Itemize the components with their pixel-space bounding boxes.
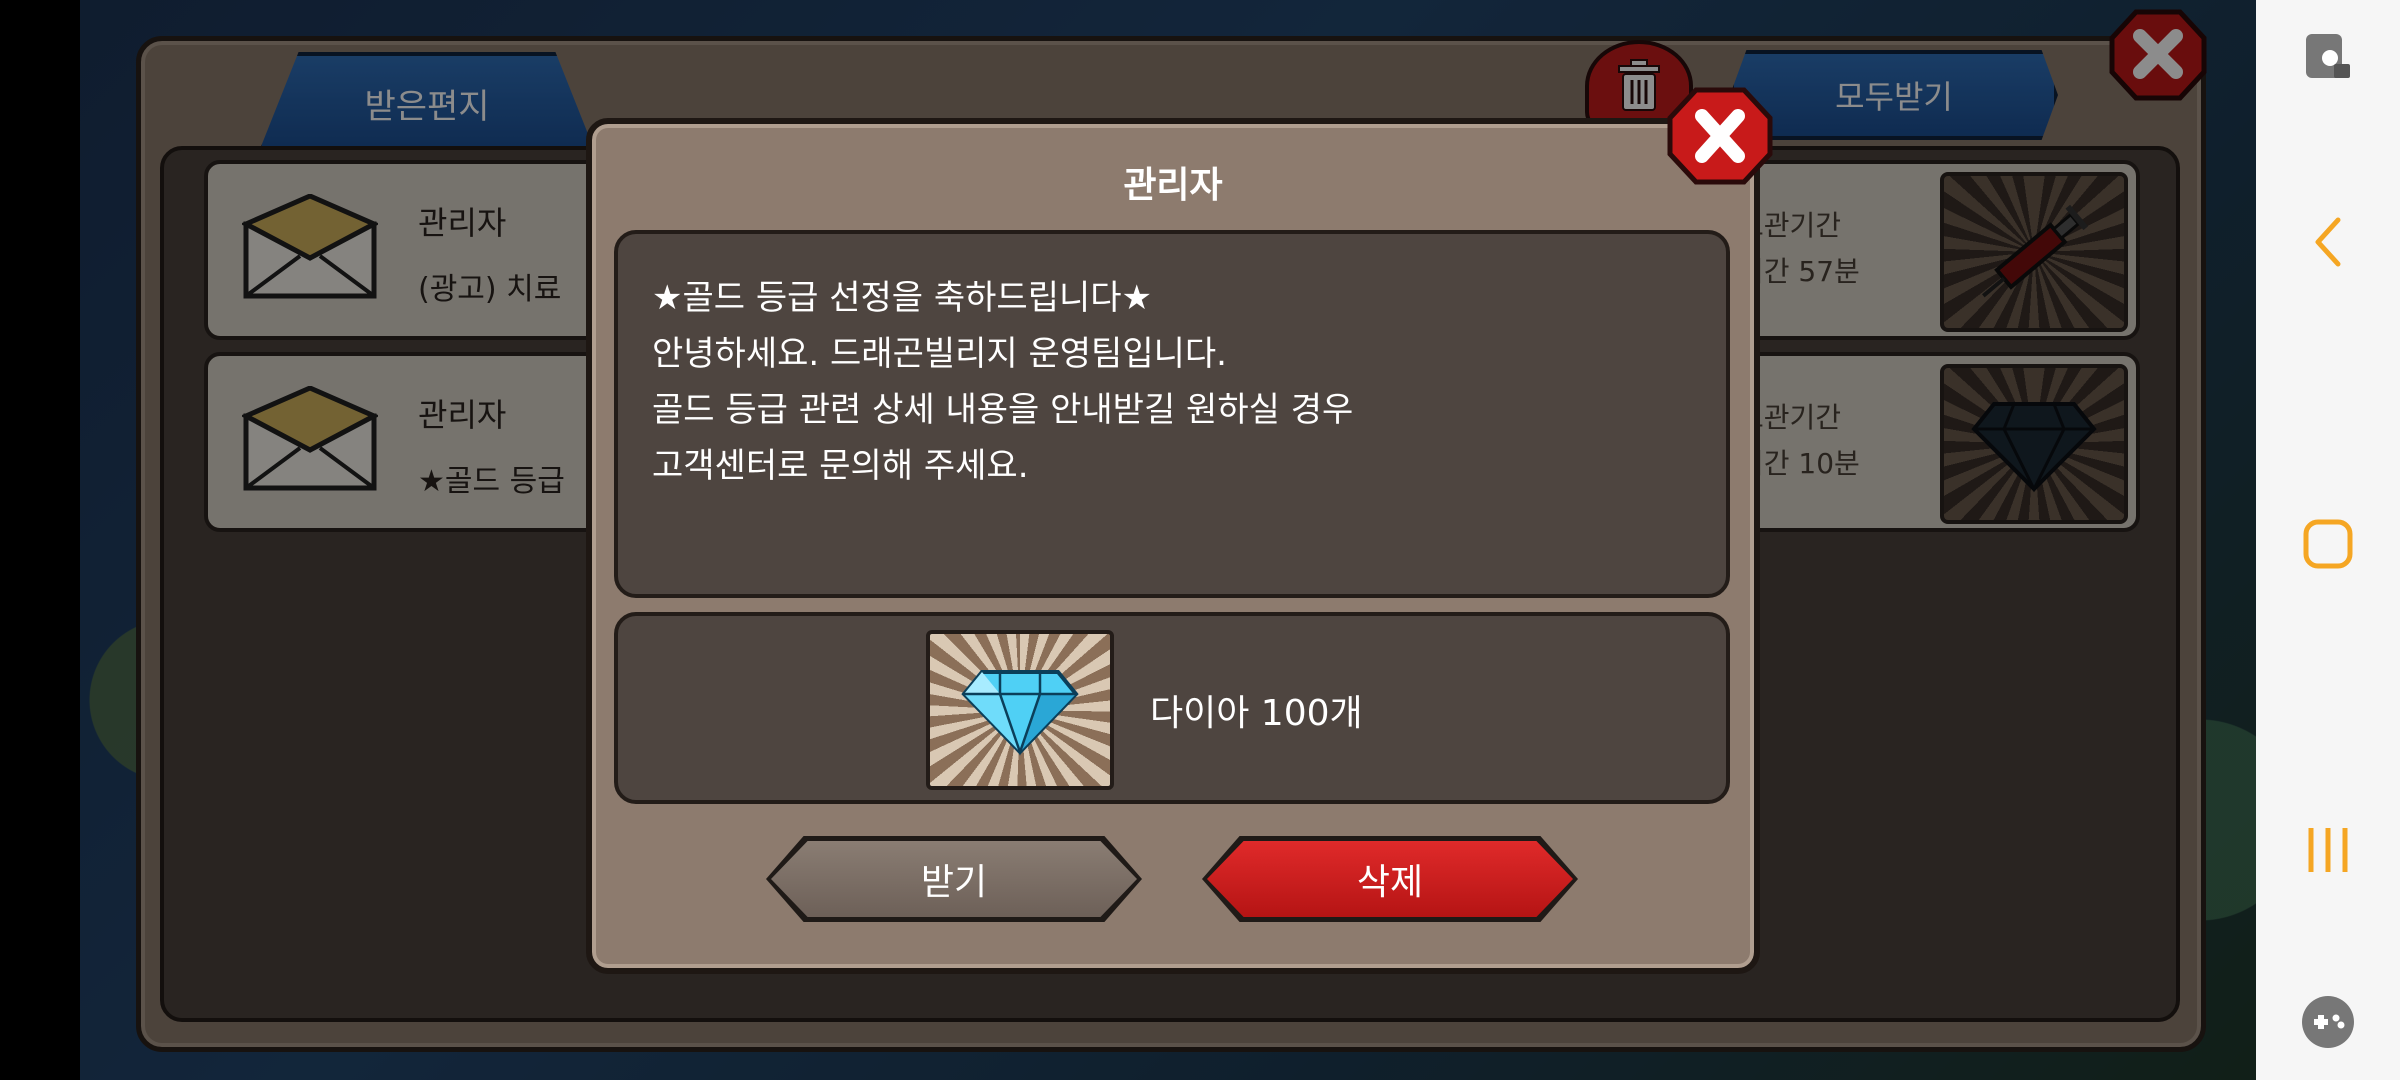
home-icon[interactable] (2298, 514, 2358, 574)
reward-box: 다이아 100개 (614, 612, 1730, 804)
game-tools-icon[interactable] (2298, 992, 2358, 1052)
dialog-title: 관리자 (1123, 165, 1223, 206)
reward-thumb (926, 630, 1114, 790)
diamond-icon (961, 670, 1079, 756)
reward-label: 다이아 100개 (1150, 693, 1363, 734)
mail-detail-dialog: 관리자 ★골드 등급 선정을 축하드립니다★ 안녕하세요. 드래곤빌리지 운영팀… (586, 118, 1760, 974)
game-tools-icon-glyph (2302, 996, 2354, 1048)
receive-button-label: 받기 (920, 862, 988, 903)
message-line: ★골드 등급 선정을 축하드립니다★ (652, 278, 1153, 318)
recents-icon-glyph (2308, 828, 2348, 872)
message-box: ★골드 등급 선정을 축하드립니다★ 안녕하세요. 드래곤빌리지 운영팀입니다.… (614, 230, 1730, 598)
close-dialog-button[interactable] (1666, 86, 1774, 186)
system-navigation-bar (2256, 0, 2400, 1080)
back-icon-glyph (2315, 217, 2341, 267)
message-line: 안녕하세요. 드래곤빌리지 운영팀입니다. (652, 334, 1227, 374)
touch-lock-icon-glyph (2306, 34, 2350, 78)
touch-lock-icon[interactable] (2298, 26, 2358, 86)
receive-button[interactable]: 받기 (766, 836, 1142, 922)
delete-button[interactable]: 삭제 (1202, 836, 1578, 922)
back-icon[interactable] (2298, 212, 2358, 272)
message-line: 골드 등급 관련 상세 내용을 안내받길 원하실 경우 (652, 390, 1354, 430)
delete-button-label: 삭제 (1356, 862, 1424, 903)
recents-icon[interactable] (2298, 820, 2358, 880)
close-icon (1667, 87, 1773, 185)
message-line: 고객센터로 문의해 주세요. (652, 446, 1029, 486)
home-icon-glyph (2303, 519, 2353, 569)
